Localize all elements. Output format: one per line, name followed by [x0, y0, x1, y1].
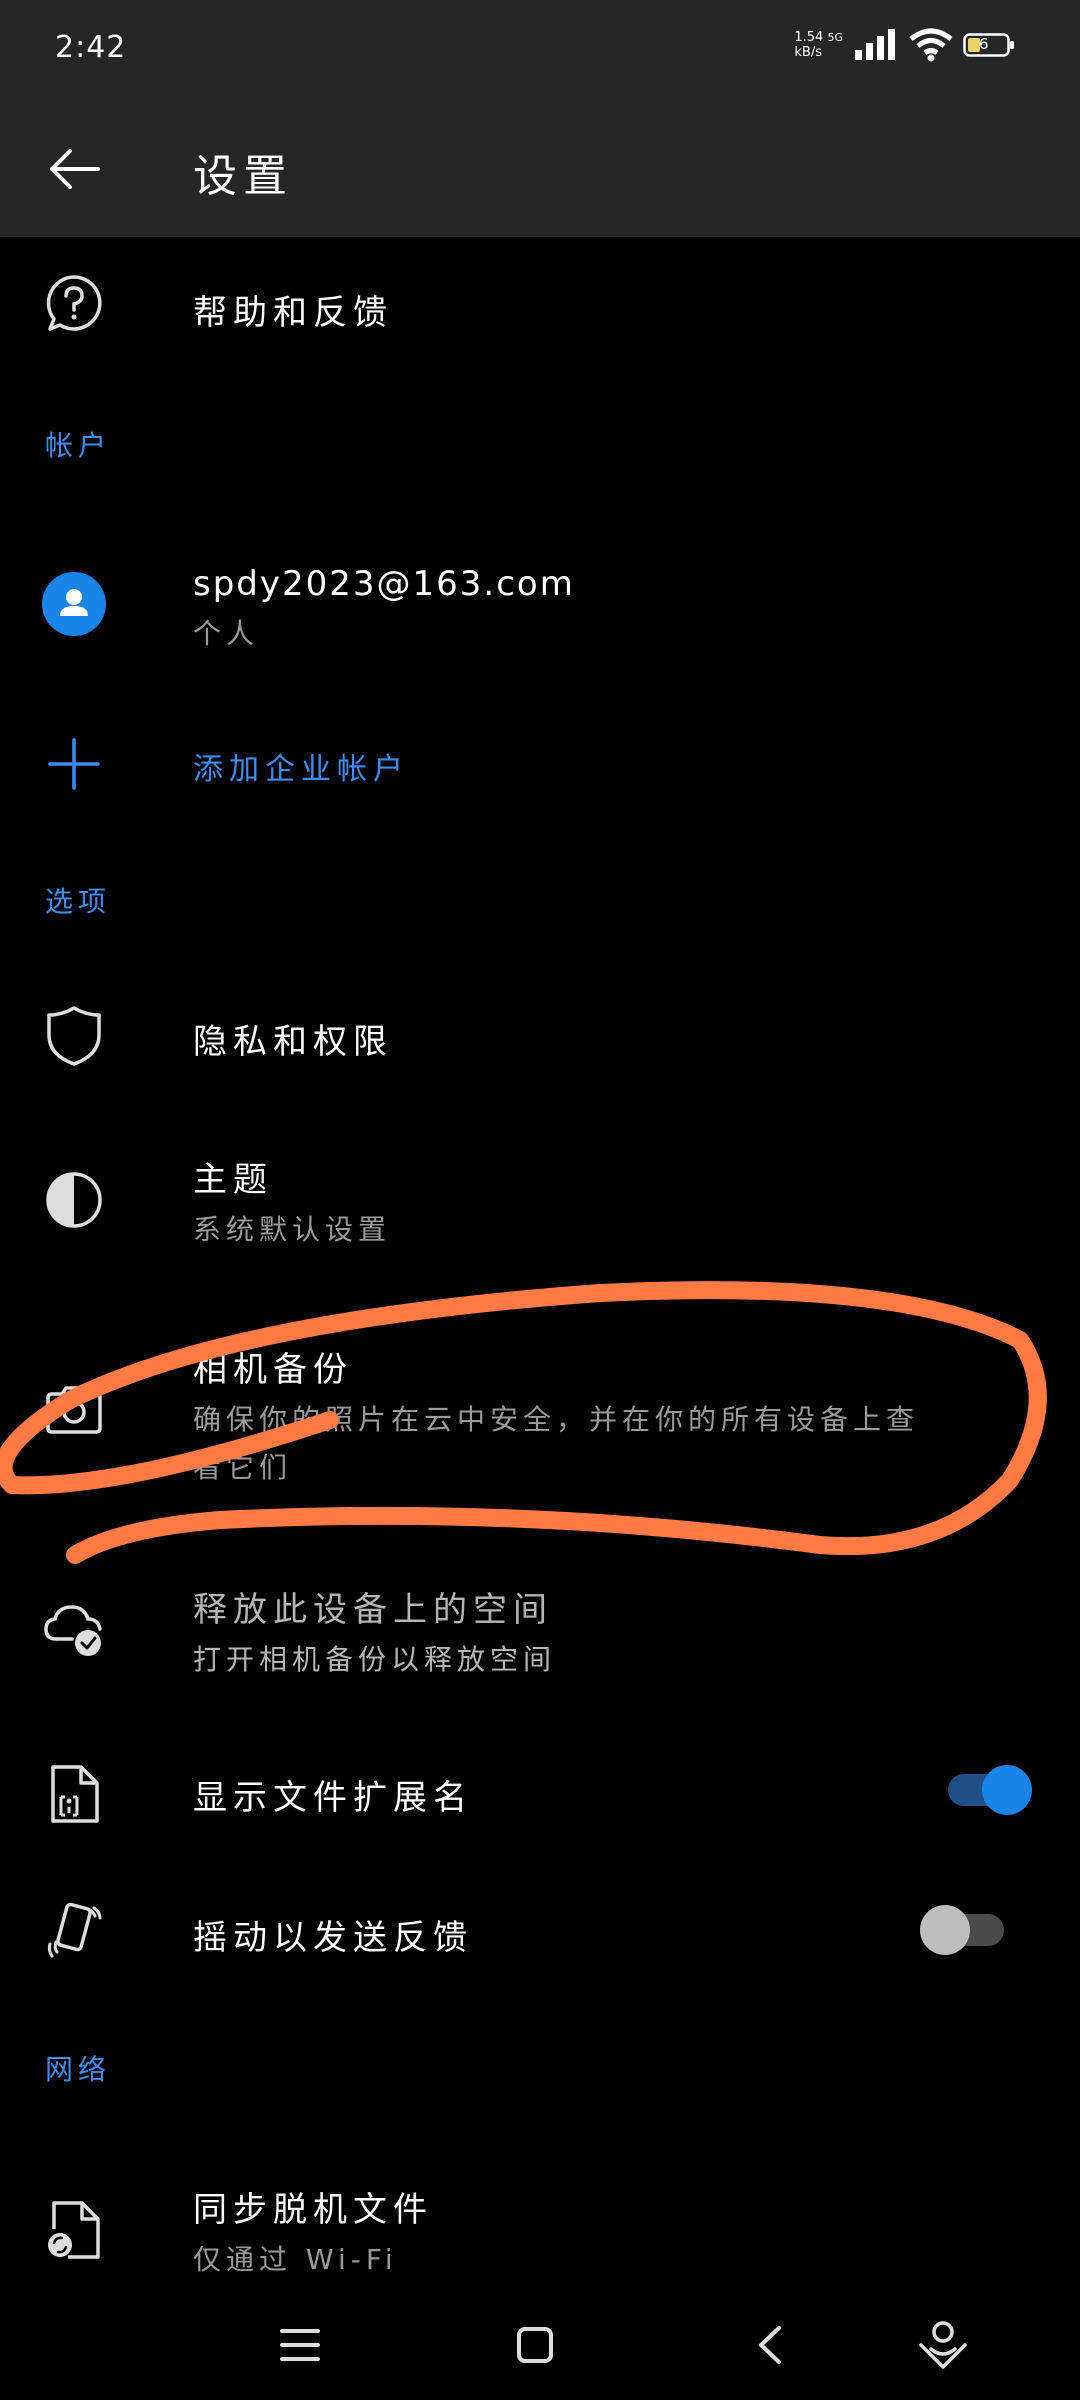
- back-nav-button[interactable]: [735, 2310, 805, 2380]
- section-header-network: 网络: [45, 2053, 112, 2086]
- plus-icon: [40, 730, 108, 798]
- section-header-options: 选项: [45, 885, 112, 918]
- sync-offline-files-item[interactable]: 同步脱机文件 仅通过 Wi-Fi: [0, 2160, 1080, 2300]
- assistant-icon: [919, 2321, 967, 2369]
- free-up-space-label: 释放此设备上的空间: [193, 1590, 553, 1630]
- help-icon: [40, 269, 108, 337]
- person-icon: [42, 572, 106, 636]
- signal-icon: [855, 29, 895, 60]
- help-feedback-label: 帮助和反馈: [193, 293, 393, 333]
- file-sync-icon: [40, 2196, 108, 2264]
- privacy-permissions-label: 隐私和权限: [193, 1022, 393, 1062]
- account-type: 个人: [193, 617, 260, 650]
- assistant-button[interactable]: [908, 2310, 978, 2380]
- shake-feedback-toggle[interactable]: [920, 1905, 1010, 1955]
- menu-icon: [280, 2329, 320, 2361]
- battery-icon: 6: [963, 33, 1015, 57]
- status-bar: 2:42 1.54 5G kB/s 6: [0, 0, 1080, 100]
- status-time: 2:42: [55, 30, 127, 65]
- free-up-space-description: 打开相机备份以释放空间: [193, 1643, 557, 1676]
- theme-value: 系统默认设置: [193, 1213, 392, 1246]
- theme-item[interactable]: 主题 系统默认设置: [0, 1130, 1080, 1270]
- camera-backup-label: 相机备份: [193, 1350, 353, 1390]
- theme-icon: [40, 1166, 108, 1234]
- app-bar: 设置: [0, 100, 1080, 237]
- show-file-extensions-label: 显示文件扩展名: [193, 1778, 473, 1818]
- phone-shake-icon: [40, 1896, 108, 1964]
- camera-backup-item[interactable]: 相机备份 确保你的照片在云中安全，并在你的所有设备上查 看它们: [0, 1320, 1080, 1500]
- add-business-account-label: 添加企业帐户: [193, 752, 409, 787]
- back-button[interactable]: [40, 135, 108, 203]
- chevron-left-icon: [759, 2326, 781, 2364]
- camera-backup-description: 确保你的照片在云中安全，并在你的所有设备上查: [193, 1403, 920, 1436]
- account-email: spdy2023@163.com: [193, 564, 575, 604]
- avatar: [40, 570, 108, 638]
- wifi-icon: [909, 28, 953, 62]
- file-extensions-toggle[interactable]: [942, 1765, 1032, 1815]
- free-up-space-item[interactable]: 释放此设备上的空间 打开相机备份以释放空间: [0, 1560, 1080, 1710]
- shake-feedback-item[interactable]: 摇动以发送反馈: [0, 1860, 1080, 2000]
- shake-feedback-label: 摇动以发送反馈: [193, 1918, 473, 1958]
- help-feedback-item[interactable]: 帮助和反馈: [0, 237, 1080, 377]
- section-header-accounts: 帐户: [45, 429, 112, 462]
- file-info-icon: [40, 1760, 108, 1828]
- home-button[interactable]: [500, 2310, 570, 2380]
- show-file-extensions-item[interactable]: 显示文件扩展名: [0, 1720, 1080, 1860]
- shield-icon: [40, 1002, 108, 1070]
- sync-offline-files-label: 同步脱机文件: [193, 2190, 433, 2230]
- arrow-left-icon: [50, 149, 100, 189]
- network-speed: 1.54 5G kB/s: [794, 30, 843, 60]
- system-nav-bar: [0, 2290, 1080, 2400]
- camera-backup-description-line2: 看它们: [193, 1451, 293, 1484]
- menu-button[interactable]: [265, 2310, 335, 2380]
- cloud-check-icon: [40, 1596, 108, 1664]
- square-icon: [517, 2327, 553, 2363]
- camera-icon: [40, 1376, 108, 1444]
- sync-offline-files-value: 仅通过 Wi-Fi: [193, 2243, 398, 2276]
- theme-label: 主题: [193, 1160, 273, 1200]
- account-item[interactable]: spdy2023@163.com 个人: [0, 540, 1080, 680]
- privacy-permissions-item[interactable]: 隐私和权限: [0, 970, 1080, 1100]
- add-business-account-item[interactable]: 添加企业帐户: [0, 700, 1080, 830]
- status-icons: 1.54 5G kB/s 6: [794, 28, 1015, 62]
- page-title: 设置: [193, 151, 293, 202]
